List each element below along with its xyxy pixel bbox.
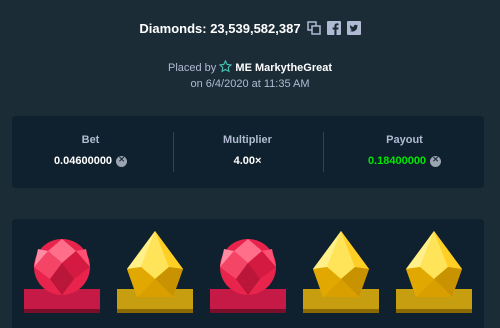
multiplier-stat: Multiplier 4.00× (169, 116, 326, 188)
divider (323, 132, 324, 172)
ruby-gem-icon (210, 239, 286, 313)
result-title: Diamonds: 23,539,582,387 (139, 20, 301, 36)
bet-value: 0.04600000 (53, 155, 113, 167)
payout-value: 0.18400000 (367, 155, 427, 167)
facebook-icon[interactable] (326, 21, 341, 35)
placed-date: on 6/4/2020 at 11:35 AM (190, 78, 310, 90)
placed-by-prefix: Placed by (167, 62, 217, 74)
ruby-gem-icon (24, 239, 100, 313)
payout-label: Payout (386, 134, 423, 146)
placed-by-info: Placed by ME MarkytheGreat on 6/4/2020 a… (0, 60, 500, 92)
star-icon (219, 60, 233, 73)
username-link[interactable]: ME MarkytheGreat (235, 62, 332, 74)
topaz-gem-icon (396, 231, 472, 313)
multiplier-label: Multiplier (223, 134, 272, 146)
result-header: Diamonds: 23,539,582,387 (0, 14, 500, 42)
multiplier-value: 4.00× (233, 155, 262, 167)
bet-label: Bet (81, 134, 100, 146)
currency-icon (430, 155, 442, 167)
gem-board (12, 219, 484, 328)
multiplier-value-row: 4.00× (169, 155, 326, 167)
currency-icon (116, 155, 128, 167)
topaz-gem-icon (303, 231, 379, 313)
bet-stats-panel: Bet 0.04600000 Multiplier 4.00× Payout 0… (12, 116, 484, 188)
payout-stat: Payout 0.18400000 (326, 116, 483, 188)
bet-value-row: 0.04600000 (12, 155, 169, 167)
twitter-icon[interactable] (346, 21, 361, 35)
bet-stat: Bet 0.04600000 (12, 116, 169, 188)
topaz-gem-icon (117, 231, 193, 313)
copy-icon[interactable] (306, 21, 321, 35)
payout-value-row: 0.18400000 (326, 155, 483, 167)
